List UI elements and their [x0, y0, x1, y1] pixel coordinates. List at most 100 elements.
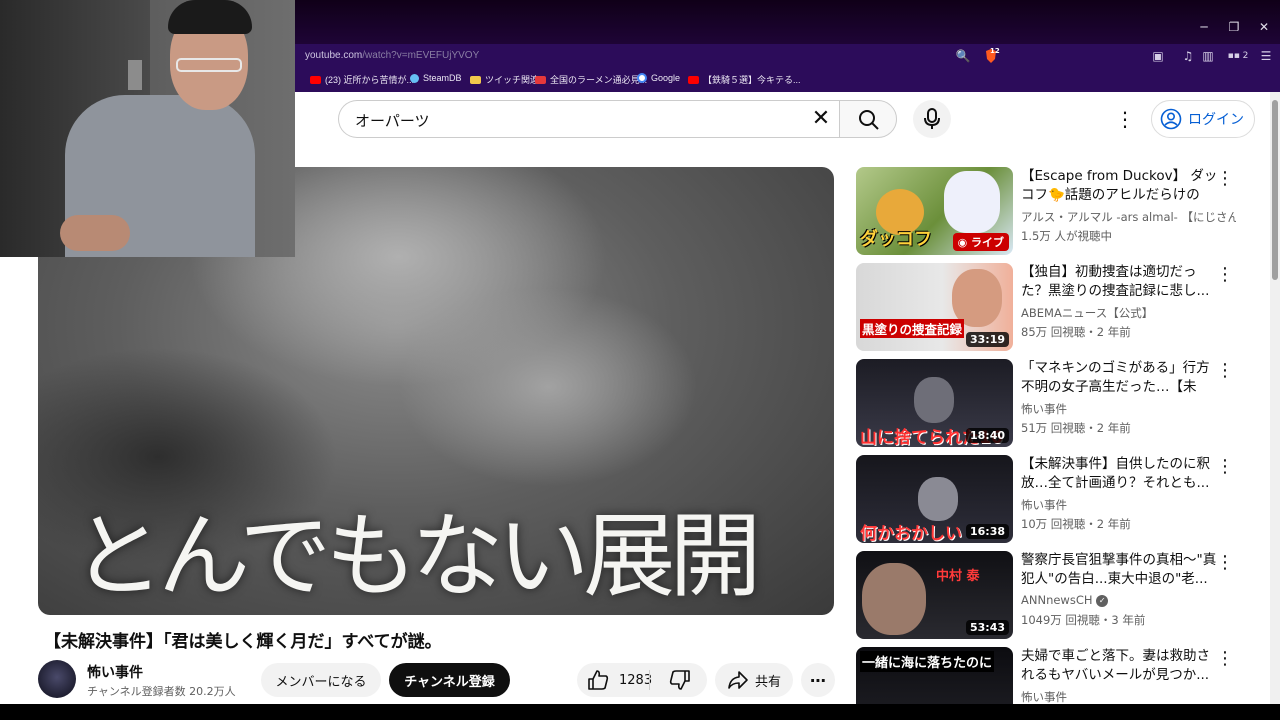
thumbnail-caption: 中村 泰 [936, 569, 980, 584]
vtuber-character [944, 171, 1000, 233]
video-thumbnail[interactable]: 山に捨てられた16 18:40 [856, 359, 1013, 447]
recommendation-item[interactable]: 何かおかしい 16:38 【未解決事件】自供したのに釈放…全て計画通り？それとも… [856, 455, 1256, 543]
thumbs-up-icon[interactable] [587, 669, 609, 691]
clear-search-icon[interactable]: ✕ [808, 106, 834, 132]
bookmark-label: 全国のラーメン通必見... [550, 75, 648, 85]
youtube-icon [310, 75, 321, 84]
subscribe-label: チャンネル登録 [404, 674, 495, 690]
person-photo [862, 563, 926, 635]
recommendation-title[interactable]: 夫婦で車ごと落下。妻は救助されるもヤバいメールが見つか... [1021, 647, 1219, 685]
url-text[interactable]: youtube.com/watch?v=mEVEFUjYVOY [305, 50, 479, 61]
recommendation-meta: 51万 回視聴・2 年前 [1021, 421, 1131, 435]
webcam-person-hand [60, 215, 130, 251]
bookmark-item[interactable]: Google [637, 73, 680, 83]
bookmark-item[interactable]: 【鉄騎５選】今キテる... [688, 73, 801, 86]
video-thumbnail[interactable]: 黒塗りの捜査記録 33:19 [856, 263, 1013, 351]
verified-icon: ✓ [1096, 594, 1109, 607]
youtube-icon [688, 75, 699, 84]
recommendation-item[interactable]: 中村 泰 53:43 警察庁長官狙撃事件の真相～"真犯人"の告白...東大中退の… [856, 551, 1256, 639]
scrollbar-thumb[interactable] [1272, 100, 1278, 280]
recommendation-channel[interactable]: 怖い事件 [1021, 497, 1236, 513]
bookmark-label: Google [651, 73, 681, 83]
duration-badge: 33:19 [965, 332, 1009, 347]
wallet-icon[interactable]: ▪▪ 2 [1226, 48, 1250, 64]
bookmark-item[interactable]: (23) 近所から苦情が... [310, 73, 414, 86]
search-query: オーパーツ [355, 112, 430, 130]
login-label: ログイン [1188, 111, 1244, 127]
recommendation-title[interactable]: 「マネキンのゴミがある」行方不明の女子高生だった…【未解... [1021, 359, 1219, 397]
settings-more-icon[interactable]: ⋮ [1114, 106, 1136, 132]
bookmark-item[interactable]: ツイッチ関連 [470, 73, 539, 86]
live-label: ライブ [971, 236, 1004, 249]
more-vertical-icon[interactable]: ⋮ [1216, 553, 1234, 573]
recommendation-title[interactable]: 【Escape from Duckov】 ダッコフ🐤話題のアヒルだらけのPV..… [1021, 167, 1219, 205]
recommendation-meta: 1.5万 人が視聴中 [1021, 229, 1112, 243]
recommendation-channel[interactable]: ANNnewsCH ✓ [1021, 593, 1236, 607]
search-icon [859, 110, 879, 130]
search-input[interactable]: オーパーツ ✕ [338, 100, 840, 138]
recommendation-item[interactable]: 一緒に海に落ちたのに 夫婦で車ごと落下。妻は救助されるもヤバいメールが見つか..… [856, 647, 1256, 704]
more-horizontal-icon: ⋯ [810, 670, 826, 690]
bookmark-label: 【鉄騎５選】今キテる... [703, 75, 801, 85]
more-actions-button[interactable]: ⋯ [801, 663, 835, 697]
subscribe-button[interactable]: チャンネル登録 [389, 663, 510, 697]
thumbs-down-icon[interactable] [669, 669, 691, 691]
video-frame-highlight [398, 287, 698, 487]
thumbnail-caption: 黒塗りの捜査記録 [860, 319, 965, 338]
recommendation-title[interactable]: 【未解決事件】自供したのに釈放…全て計画通り？それとも... [1021, 455, 1219, 493]
recommendation-channel[interactable]: 怖い事件 [1021, 401, 1236, 417]
recommendation-title[interactable]: 警察庁長官狙撃事件の真相～"真犯人"の告白...東大中退の"老... [1021, 551, 1219, 589]
folder-icon [470, 75, 481, 84]
bookmark-item[interactable]: SteamDB [410, 73, 462, 83]
login-button[interactable]: ログイン [1151, 100, 1255, 138]
channel-name[interactable]: 怖い事件 [87, 662, 143, 682]
video-thumbnail[interactable]: 何かおかしい 16:38 [856, 455, 1013, 543]
more-vertical-icon[interactable]: ⋮ [1216, 169, 1234, 189]
recommendation-item[interactable]: 黒塗りの捜査記録 33:19 【独自】初動捜査は適切だった？黒塗りの捜査記録に悲… [856, 263, 1256, 351]
recommendation-meta: 85万 回視聴・2 年前 [1021, 325, 1131, 339]
webcam-person-glasses [176, 58, 242, 72]
video-thumbnail[interactable]: 一緒に海に落ちたのに [856, 647, 1013, 704]
recommendation-title[interactable]: 【独自】初動捜査は適切だった？黒塗りの捜査記録に悲し... [1021, 263, 1219, 301]
url-path: /watch?v=mEVEFUjYVOY [362, 50, 480, 61]
recommendation-channel[interactable]: アルス・アルマル -ars almal- 【にじさん... [1021, 209, 1236, 225]
join-membership-button[interactable]: メンバーになる [261, 663, 381, 697]
bottom-bar [0, 704, 1280, 720]
recommendation-channel[interactable]: 怖い事件 [1021, 689, 1236, 704]
share-label: 共有 [754, 674, 781, 690]
recommendation-item[interactable]: 山に捨てられた16 18:40 「マネキンのゴミがある」行方不明の女子高生だった… [856, 359, 1256, 447]
thumbnail-caption: 一緒に海に落ちたのに [860, 651, 995, 672]
duration-badge: 18:40 [965, 428, 1009, 443]
more-vertical-icon[interactable]: ⋮ [1216, 649, 1234, 669]
split-view-icon[interactable]: ▥ [1200, 48, 1216, 64]
video-thumbnail[interactable]: ダッコフ ◉ ライブ [856, 167, 1013, 255]
duration-badge: 53:43 [965, 620, 1009, 635]
share-button[interactable]: 共有 [715, 663, 793, 697]
recommendation-item[interactable]: ダッコフ ◉ ライブ 【Escape from Duckov】 ダッコフ🐤話題の… [856, 167, 1256, 255]
search-button[interactable] [839, 100, 897, 138]
bookmark-label: ツイッチ関連 [485, 75, 540, 85]
zoom-icon[interactable]: 🔍 [955, 48, 971, 64]
close-window-icon[interactable]: ✕ [1252, 20, 1276, 34]
bookmark-label: SteamDB [423, 73, 462, 83]
page-scrollbar[interactable] [1270, 92, 1280, 704]
join-label: メンバーになる [275, 674, 367, 690]
webcam-person-hair [168, 0, 252, 34]
webcam-switch-plate [128, 60, 142, 90]
video-thumbnail[interactable]: 中村 泰 53:43 [856, 551, 1013, 639]
media-icon[interactable]: ♫ [1180, 48, 1196, 64]
recommendation-channel[interactable]: ABEMAニュース【公式】 [1021, 305, 1236, 321]
like-divider [649, 670, 650, 690]
restore-icon[interactable]: ❐ [1222, 20, 1246, 34]
more-vertical-icon[interactable]: ⋮ [1216, 265, 1234, 285]
thumbnail-caption: ダッコフ [860, 229, 932, 250]
menu-icon[interactable]: ☰ [1258, 48, 1274, 64]
more-vertical-icon[interactable]: ⋮ [1216, 361, 1234, 381]
bookmark-item[interactable]: 全国のラーメン通必見... [535, 73, 647, 86]
more-vertical-icon[interactable]: ⋮ [1216, 457, 1234, 477]
channel-avatar[interactable] [38, 660, 76, 698]
ramen-icon [535, 75, 546, 84]
voice-search-button[interactable] [913, 100, 951, 138]
minimize-icon[interactable]: ─ [1192, 20, 1216, 34]
sidebar-toggle-icon[interactable]: ▣ [1150, 48, 1166, 64]
